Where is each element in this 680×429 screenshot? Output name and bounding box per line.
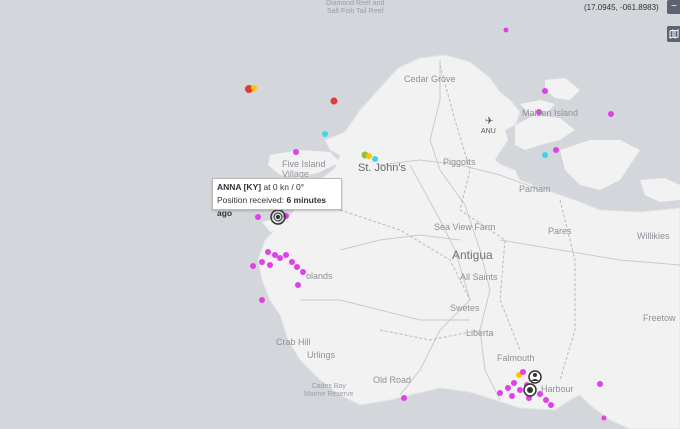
label-line: Five Island <box>282 159 326 169</box>
label-pares: Pares <box>548 226 572 236</box>
vessel-marker[interactable] <box>505 385 511 391</box>
vessel-marker[interactable] <box>267 262 273 268</box>
vessel-marker[interactable] <box>265 249 271 255</box>
vessel-marker[interactable] <box>497 390 503 396</box>
vessel-marker[interactable] <box>293 149 299 155</box>
vessel-marker[interactable] <box>259 259 265 265</box>
vessel-marker[interactable] <box>597 381 603 387</box>
label-urlings: Urlings <box>307 350 336 360</box>
vessel-marker[interactable] <box>295 282 301 288</box>
zoom-out-button[interactable]: − <box>667 0 680 14</box>
tooltip-line-1: ANNA [KY] at 0 kn / 0° <box>217 181 337 194</box>
vessel-marker[interactable] <box>543 397 549 403</box>
position-label: Position received: <box>217 195 285 205</box>
vessel-marker[interactable] <box>251 85 257 91</box>
vessel-marker[interactable] <box>250 263 256 269</box>
map-layers-glyph <box>669 29 679 39</box>
label-line: Salt Fish Tail Reef <box>327 8 384 15</box>
label-all-saints: All Saints <box>460 272 498 282</box>
label-cedar-grove: Cedar Grove <box>404 74 456 84</box>
label-five-islands: Five Island Village <box>282 159 326 179</box>
label-piggotts: Piggotts <box>443 157 476 167</box>
label-antigua: Antigua <box>452 248 493 262</box>
label-willikies: Willikies <box>637 231 670 241</box>
tooltip-line-2: Position received: 6 minutes ago <box>217 194 337 220</box>
vessel-speed: at 0 kn / 0° <box>263 182 305 192</box>
vessel-marker[interactable] <box>542 152 548 158</box>
vessel-marker[interactable] <box>277 255 283 261</box>
label-falmouth: Falmouth <box>497 353 535 363</box>
vessel-marker[interactable] <box>322 131 328 137</box>
vessel-marker[interactable] <box>289 259 295 265</box>
vessel-marker[interactable] <box>259 297 265 303</box>
label-jolly-harbour: olands <box>306 271 333 281</box>
vessel-marker[interactable] <box>520 369 526 375</box>
vessel-marker[interactable] <box>283 252 289 258</box>
vessel-tooltip: ANNA [KY] at 0 kn / 0° Position received… <box>212 178 342 218</box>
vessel-marker[interactable] <box>517 387 523 393</box>
vessel-name: ANNA [KY] <box>217 182 262 192</box>
vessel-marker[interactable] <box>509 393 515 399</box>
label-st-johns: St. John's <box>358 162 406 174</box>
label-crab-hill: Crab Hill <box>276 337 311 347</box>
vessel-marker[interactable] <box>330 97 338 105</box>
label-line: Cades Bay <box>311 383 346 390</box>
label-anu: ANU <box>481 128 496 135</box>
vessel-marker[interactable] <box>601 415 607 421</box>
label-parham: Parham <box>519 184 551 194</box>
coordinates-readout: (17.0945, -061.8983) <box>584 3 659 12</box>
label-cades-bay: Cades Bay Marine Reserve <box>304 383 353 399</box>
vessel-marker[interactable] <box>294 264 300 270</box>
label-old-road: Old Road <box>373 375 412 385</box>
vessel-marker[interactable] <box>511 380 517 386</box>
map-canvas[interactable] <box>0 0 680 429</box>
map-icon[interactable] <box>667 26 680 42</box>
vessel-marker[interactable] <box>503 27 509 33</box>
label-diamond-reef: Diamond Reef and Salt Fish Tail Reef <box>326 0 384 16</box>
label-maiden-island: Maiden Island <box>522 108 579 118</box>
vessel-marker[interactable] <box>553 147 559 153</box>
vessel-marker[interactable] <box>401 395 407 401</box>
vessel-marker[interactable] <box>548 402 554 408</box>
vessel-marker[interactable] <box>542 88 548 94</box>
airport-icon: ✈ <box>485 116 494 127</box>
vessel-marker[interactable] <box>272 252 278 258</box>
vessel-marker[interactable] <box>366 153 372 159</box>
label-english-harbour: Harbour <box>541 384 574 394</box>
label-line: Marine Reserve <box>304 391 354 398</box>
label-line: Diamond Reef and <box>326 0 385 7</box>
vessel-marker[interactable] <box>608 111 614 117</box>
label-sea-view-farm: Sea View Farm <box>434 222 496 232</box>
label-liberta: Liberta <box>466 328 494 338</box>
label-swetes: Swetes <box>450 303 480 313</box>
label-freetown: Freetow <box>643 313 676 323</box>
